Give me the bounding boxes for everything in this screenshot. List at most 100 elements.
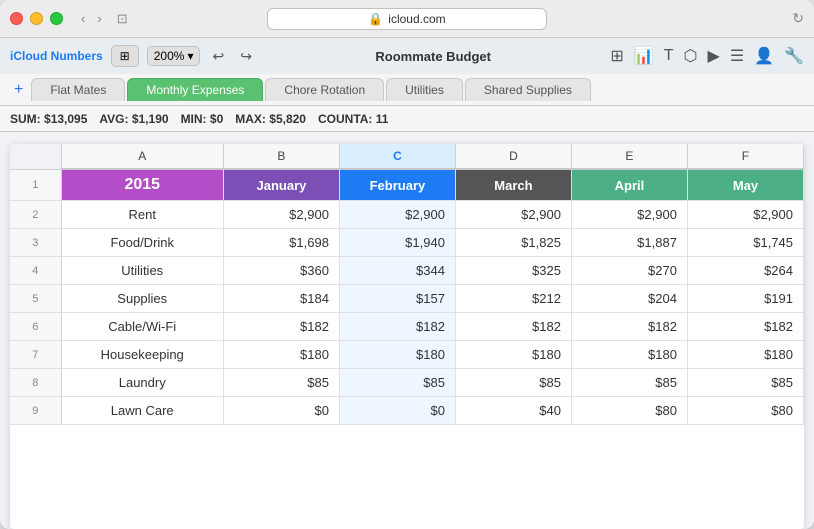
back-button[interactable]: ‹ <box>77 9 89 28</box>
cell-b2[interactable]: $2,900 <box>223 201 339 229</box>
cell-c6[interactable]: $182 <box>339 313 455 341</box>
add-tab-button[interactable]: + <box>8 81 29 99</box>
cell-f2[interactable]: $2,900 <box>687 201 803 229</box>
cell-a6[interactable]: Cable/Wi-Fi <box>61 313 223 341</box>
cell-e7[interactable]: $180 <box>571 341 687 369</box>
row-num-2: 2 <box>10 201 61 229</box>
cell-d6[interactable]: $182 <box>455 313 571 341</box>
tab-chore-rotation[interactable]: Chore Rotation <box>265 78 384 101</box>
counta-stat: COUNTA: 11 <box>318 112 388 126</box>
cell-f4[interactable]: $264 <box>687 257 803 285</box>
zoom-chevron-icon: ▾ <box>187 49 193 63</box>
sidebar-toggle-button[interactable]: ⊡ <box>112 9 133 29</box>
cell-e2[interactable]: $2,900 <box>571 201 687 229</box>
cell-d4[interactable]: $325 <box>455 257 571 285</box>
table-icon[interactable]: ⊞ <box>610 46 623 66</box>
close-button[interactable] <box>10 12 23 25</box>
cell-c8[interactable]: $85 <box>339 369 455 397</box>
minimize-button[interactable] <box>30 12 43 25</box>
cell-a5[interactable]: Supplies <box>61 285 223 313</box>
cell-a3[interactable]: Food/Drink <box>61 229 223 257</box>
cell-d3[interactable]: $1,825 <box>455 229 571 257</box>
cell-c1[interactable]: February <box>339 169 455 201</box>
row-num-8: 8 <box>10 369 61 397</box>
cell-f6[interactable]: $182 <box>687 313 803 341</box>
address-bar[interactable]: 🔒 icloud.com <box>267 8 547 30</box>
cell-b1[interactable]: January <box>223 169 339 201</box>
cell-d8[interactable]: $85 <box>455 369 571 397</box>
cell-a4[interactable]: Utilities <box>61 257 223 285</box>
shape-icon[interactable]: ⬡ <box>684 46 698 66</box>
cell-b9[interactable]: $0 <box>223 397 339 425</box>
tab-shared-supplies[interactable]: Shared Supplies <box>465 78 591 101</box>
cell-a1[interactable]: 2015 <box>61 169 223 201</box>
cell-a9[interactable]: Lawn Care <box>61 397 223 425</box>
redo-button[interactable]: ↪ <box>236 46 256 67</box>
cell-c7[interactable]: $180 <box>339 341 455 369</box>
cell-d1[interactable]: March <box>455 169 571 201</box>
settings-icon[interactable]: 🔧 <box>784 46 804 66</box>
tab-flat-mates[interactable]: Flat Mates <box>31 78 125 101</box>
app-window: ‹ › ⊡ 🔒 icloud.com ↻ iCloud Numbers ⊞ 20… <box>0 0 814 529</box>
cell-f9[interactable]: $80 <box>687 397 803 425</box>
col-header-d[interactable]: D <box>455 144 571 169</box>
col-header-e[interactable]: E <box>571 144 687 169</box>
cell-f3[interactable]: $1,745 <box>687 229 803 257</box>
cell-e6[interactable]: $182 <box>571 313 687 341</box>
cell-e9[interactable]: $80 <box>571 397 687 425</box>
corner-cell <box>10 144 61 169</box>
cell-e3[interactable]: $1,887 <box>571 229 687 257</box>
maximize-button[interactable] <box>50 12 63 25</box>
forward-button[interactable]: › <box>93 9 105 28</box>
cell-b7[interactable]: $180 <box>223 341 339 369</box>
comment-icon[interactable]: ☰ <box>730 46 744 66</box>
cell-d2[interactable]: $2,900 <box>455 201 571 229</box>
view-toggle[interactable]: ⊞ <box>111 45 139 67</box>
tab-monthly-expenses[interactable]: Monthly Expenses <box>127 78 263 101</box>
avg-stat: AVG: $1,190 <box>99 112 168 126</box>
cell-f8[interactable]: $85 <box>687 369 803 397</box>
cell-f7[interactable]: $180 <box>687 341 803 369</box>
cell-f5[interactable]: $191 <box>687 285 803 313</box>
cell-c5[interactable]: $157 <box>339 285 455 313</box>
row-num-7: 7 <box>10 341 61 369</box>
col-header-b[interactable]: B <box>223 144 339 169</box>
col-header-f[interactable]: F <box>687 144 803 169</box>
table-row-3: 3 Food/Drink $1,698 $1,940 $1,825 $1,887… <box>10 229 804 257</box>
cell-b3[interactable]: $1,698 <box>223 229 339 257</box>
cell-b6[interactable]: $182 <box>223 313 339 341</box>
cell-e5[interactable]: $204 <box>571 285 687 313</box>
cell-e1[interactable]: April <box>571 169 687 201</box>
cell-c3[interactable]: $1,940 <box>339 229 455 257</box>
cell-a7[interactable]: Housekeeping <box>61 341 223 369</box>
cell-d9[interactable]: $40 <box>455 397 571 425</box>
tabs-bar: + Flat Mates Monthly Expenses Chore Rota… <box>0 74 814 106</box>
row-num-1: 1 <box>10 169 61 201</box>
cell-e4[interactable]: $270 <box>571 257 687 285</box>
cell-c9[interactable]: $0 <box>339 397 455 425</box>
media-icon[interactable]: ▶ <box>708 46 720 66</box>
refresh-button[interactable]: ↻ <box>792 10 804 27</box>
share-icon[interactable]: 👤 <box>754 46 774 66</box>
cell-a2[interactable]: Rent <box>61 201 223 229</box>
cell-c4[interactable]: $344 <box>339 257 455 285</box>
cell-c2[interactable]: $2,900 <box>339 201 455 229</box>
undo-button[interactable]: ↩ <box>208 46 228 67</box>
app-topbar: iCloud Numbers ⊞ 200% ▾ ↩ ↪ Roommate Bud… <box>0 38 814 74</box>
min-stat: MIN: $0 <box>181 112 224 126</box>
col-header-a[interactable]: A <box>61 144 223 169</box>
cell-b5[interactable]: $184 <box>223 285 339 313</box>
tab-utilities[interactable]: Utilities <box>386 78 463 101</box>
cell-d7[interactable]: $180 <box>455 341 571 369</box>
cell-b4[interactable]: $360 <box>223 257 339 285</box>
cell-d5[interactable]: $212 <box>455 285 571 313</box>
chart-icon[interactable]: 📊 <box>634 46 654 66</box>
cell-a8[interactable]: Laundry <box>61 369 223 397</box>
col-header-c[interactable]: C <box>339 144 455 169</box>
text-icon[interactable]: T <box>664 47 674 65</box>
address-text: icloud.com <box>388 12 445 26</box>
cell-e8[interactable]: $85 <box>571 369 687 397</box>
zoom-control[interactable]: 200% ▾ <box>147 46 201 66</box>
cell-b8[interactable]: $85 <box>223 369 339 397</box>
cell-f1[interactable]: May <box>687 169 803 201</box>
